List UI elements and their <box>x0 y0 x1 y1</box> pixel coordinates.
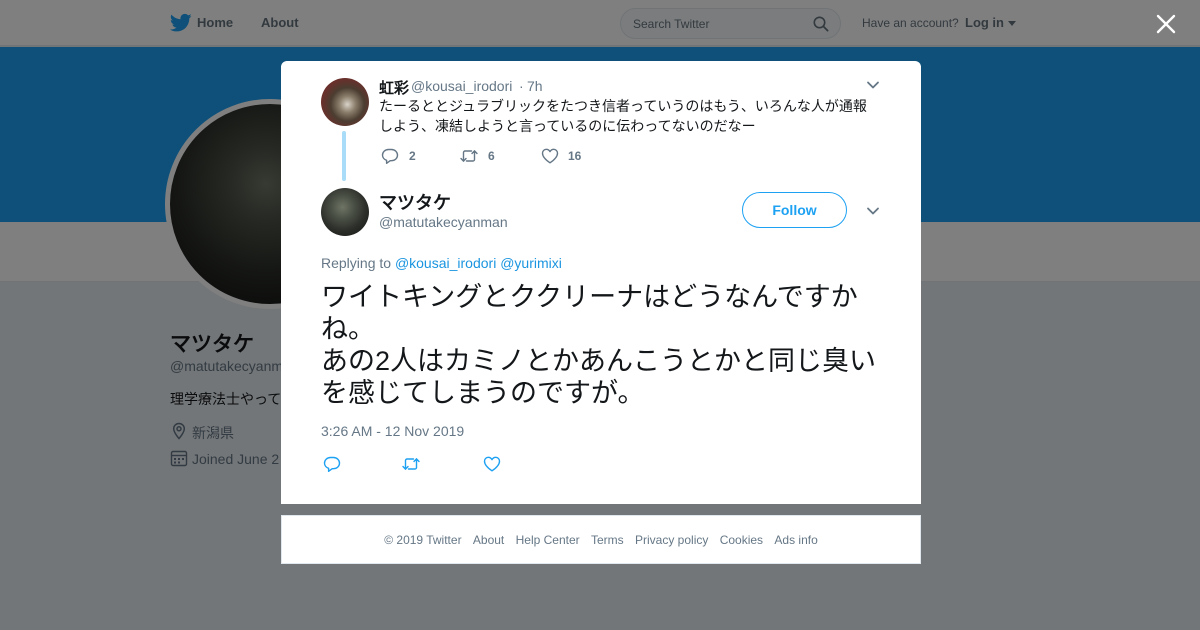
close-icon[interactable] <box>1156 14 1176 34</box>
mention-link[interactable]: @yurimixi <box>500 255 562 271</box>
main-avatar[interactable] <box>321 188 369 236</box>
ancestor-retweet-count: 6 <box>488 149 495 163</box>
modal-footer: © 2019 Twitter About Help Center Terms P… <box>281 515 921 564</box>
reply-button[interactable] <box>323 455 343 475</box>
ancestor-reply-button[interactable]: 2 <box>381 147 421 165</box>
tweet-modal: 虹彩 @kousai_irodori · 7h たーるととジュラブリックをたつき… <box>281 61 921 504</box>
ancestor-separator: · <box>519 78 524 94</box>
thread-connector <box>342 131 346 181</box>
like-icon <box>541 148 559 164</box>
main-author-name[interactable]: マツタケ <box>379 189 451 215</box>
ancestor-like-button[interactable]: 16 <box>541 147 591 165</box>
chevron-down-icon[interactable] <box>866 78 880 92</box>
follow-button[interactable]: Follow <box>742 192 847 228</box>
footer-about-link[interactable]: About <box>473 533 504 547</box>
ancestor-name[interactable]: 虹彩 <box>379 77 409 98</box>
retweet-icon <box>460 150 478 162</box>
footer-help-center-link[interactable]: Help Center <box>516 533 580 547</box>
reply-icon <box>323 456 341 472</box>
main-tweet-text: ワイトキングとククリーナはどうなんですかね。 あの2人はカミノとかあんこうとかと… <box>321 282 877 408</box>
like-button[interactable] <box>483 455 503 475</box>
ancestor-reply-count: 2 <box>409 149 416 163</box>
footer-links: © 2019 Twitter About Help Center Terms P… <box>282 533 920 547</box>
footer-ads-info-link[interactable]: Ads info <box>774 533 817 547</box>
retweet-button[interactable] <box>402 455 422 475</box>
footer-privacy-link[interactable]: Privacy policy <box>635 533 708 547</box>
ancestor-retweet-button[interactable]: 6 <box>460 147 500 165</box>
replying-prefix: Replying to <box>321 255 392 271</box>
ancestor-avatar[interactable] <box>321 78 369 126</box>
reply-icon <box>381 148 399 164</box>
ancestor-tweet-text: たーるととジュラブリックをたつき信者っていうのはもう、いろんな人が通報しよう、凍… <box>379 98 867 134</box>
tweet-timestamp[interactable]: 3:26 AM - 12 Nov 2019 <box>321 423 464 439</box>
footer-copyright: © 2019 Twitter <box>384 533 462 547</box>
mention-link[interactable]: @kousai_irodori <box>395 255 496 271</box>
ancestor-handle[interactable]: @kousai_irodori <box>411 78 512 94</box>
like-icon <box>483 456 501 472</box>
ancestor-time[interactable]: 7h <box>527 78 543 94</box>
replying-to: Replying to @kousai_irodori @yurimixi <box>321 255 562 271</box>
ancestor-like-count: 16 <box>568 149 582 163</box>
footer-terms-link[interactable]: Terms <box>591 533 624 547</box>
main-author-handle[interactable]: @matutakecyanman <box>379 214 508 230</box>
footer-cookies-link[interactable]: Cookies <box>720 533 763 547</box>
retweet-icon <box>402 458 420 470</box>
chevron-down-icon[interactable] <box>866 204 880 218</box>
